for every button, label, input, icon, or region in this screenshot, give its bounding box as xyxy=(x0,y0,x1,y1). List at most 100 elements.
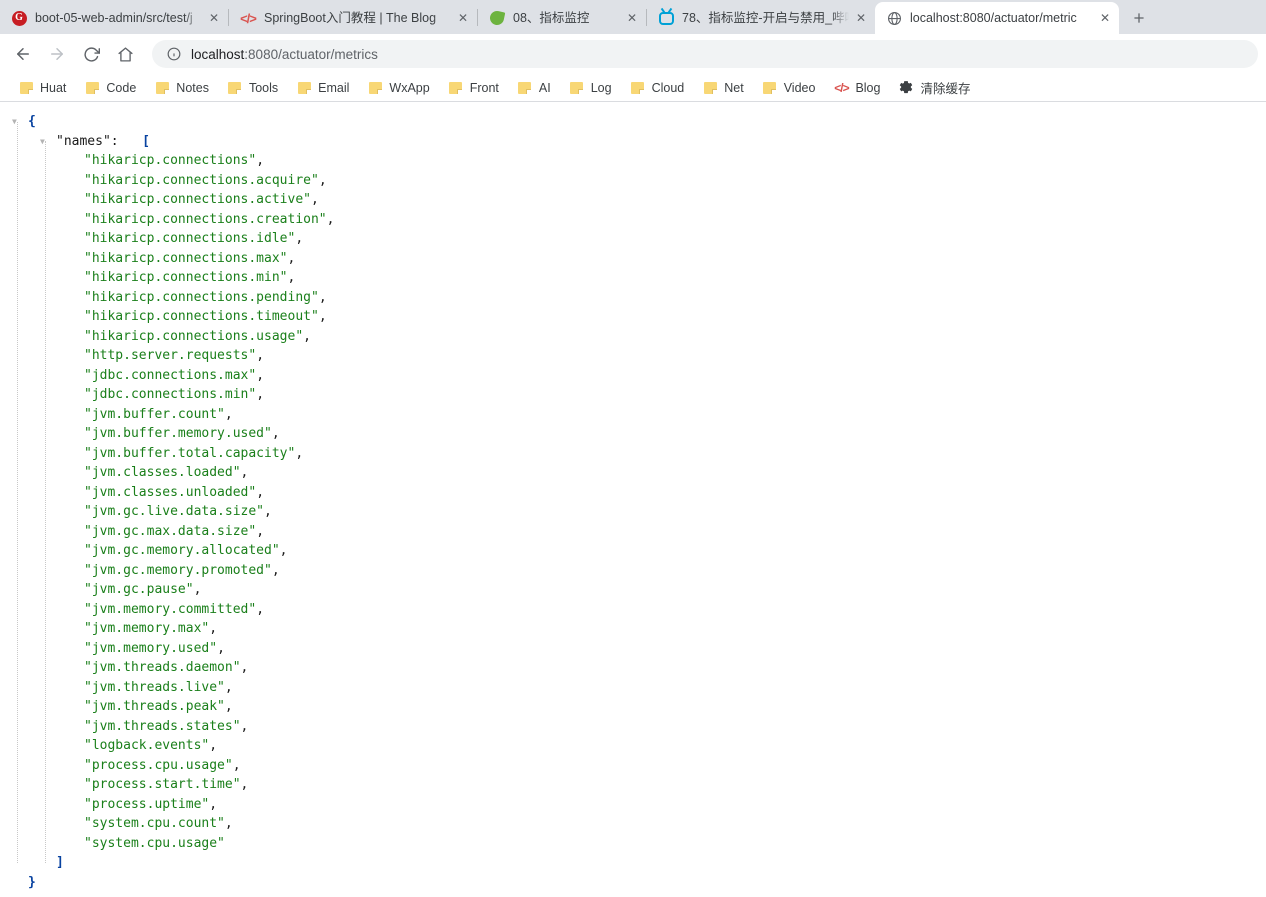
bookmark-label: WxApp xyxy=(389,81,429,95)
folder-glyph xyxy=(228,82,241,94)
json-string-value: "hikaricp.connections.min" xyxy=(84,270,288,285)
folder-icon xyxy=(702,80,718,96)
forward-button[interactable] xyxy=(42,39,72,69)
json-line-metric-28: "jvm.threads.peak", xyxy=(0,697,1266,717)
bookmark-label: Huat xyxy=(40,81,66,95)
bookmark-label: AI xyxy=(539,81,551,95)
json-string-value: "process.start.time" xyxy=(84,777,241,792)
bookmark-item-清除缓存[interactable]: 清除缓存 xyxy=(890,77,978,99)
code-brackets-icon: </> xyxy=(240,10,256,26)
json-line-metric-24: "jvm.memory.max", xyxy=(0,619,1266,639)
bookmark-item-code[interactable]: Code xyxy=(76,77,144,99)
browser-tab[interactable]: </>SpringBoot入门教程 | The Blog✕ xyxy=(229,2,477,34)
bookmark-item-net[interactable]: Net xyxy=(694,77,751,99)
gitee-g-icon: G xyxy=(11,10,27,26)
json-key-names: "names": xyxy=(56,134,119,149)
json-string-value: "jvm.buffer.memory.used" xyxy=(84,426,272,441)
json-string-value: "hikaricp.connections.active" xyxy=(84,192,311,207)
json-close-bracket: ] xyxy=(56,855,64,870)
folder-glyph xyxy=(369,82,382,94)
json-line-metric-8: "hikaricp.connections.timeout", xyxy=(0,307,1266,327)
bookmark-item-front[interactable]: Front xyxy=(440,77,507,99)
tab-close-icon[interactable]: ✕ xyxy=(202,6,226,30)
json-string-value: "jvm.threads.live" xyxy=(84,680,225,695)
json-string-value: "hikaricp.connections.idle" xyxy=(84,231,295,246)
bookmark-item-huat[interactable]: Huat xyxy=(10,77,74,99)
json-string-value: "jvm.threads.daemon" xyxy=(84,660,241,675)
tab-close-icon[interactable]: ✕ xyxy=(849,6,873,30)
json-string-value: "jvm.gc.memory.allocated" xyxy=(84,543,280,558)
gitee-g-glyph: G xyxy=(12,11,27,26)
bookmark-label: Log xyxy=(591,81,612,95)
browser-tab[interactable]: Gboot-05-web-admin/src/test/j✕ xyxy=(0,2,228,34)
new-tab-button[interactable] xyxy=(1125,4,1153,32)
json-string-value: "logback.events" xyxy=(84,738,209,753)
browser-tab-active[interactable]: localhost:8080/actuator/metric✕ xyxy=(875,2,1119,34)
tab-title: boot-05-web-admin/src/test/j xyxy=(35,10,202,26)
reload-button[interactable] xyxy=(76,39,106,69)
home-button[interactable] xyxy=(110,39,140,69)
json-string-value: "hikaricp.connections.acquire" xyxy=(84,173,319,188)
url-host: localhost xyxy=(191,47,244,62)
address-bar[interactable]: localhost:8080/actuator/metrics xyxy=(152,40,1258,68)
folder-icon xyxy=(227,80,243,96)
json-line-metric-25: "jvm.memory.used", xyxy=(0,639,1266,659)
bookmark-label: Video xyxy=(784,81,816,95)
bookmark-item-notes[interactable]: Notes xyxy=(146,77,217,99)
json-string-value: "process.cpu.usage" xyxy=(84,758,233,773)
browser-tab[interactable]: 08、指标监控✕ xyxy=(478,2,646,34)
bookmark-item-log[interactable]: Log xyxy=(561,77,620,99)
globe-icon xyxy=(886,10,902,26)
json-line-metric-19: "jvm.gc.max.data.size", xyxy=(0,522,1266,542)
tab-title: 78、指标监控-开启与禁用_哔哩 xyxy=(682,10,849,26)
json-line-metric-10: "http.server.requests", xyxy=(0,346,1266,366)
folder-glyph xyxy=(570,82,583,94)
json-line-metric-33: "process.uptime", xyxy=(0,795,1266,815)
json-line-metric-3: "hikaricp.connections.creation", xyxy=(0,210,1266,230)
json-line-metric-6: "hikaricp.connections.min", xyxy=(0,268,1266,288)
folder-icon xyxy=(630,80,646,96)
bookmark-item-ai[interactable]: AI xyxy=(509,77,559,99)
tab-close-icon[interactable]: ✕ xyxy=(451,6,475,30)
bookmark-item-blog[interactable]: </>Blog xyxy=(825,77,888,99)
folder-icon xyxy=(154,80,170,96)
code-brackets-glyph: </> xyxy=(240,11,256,26)
bookmark-item-wxapp[interactable]: WxApp xyxy=(359,77,437,99)
json-string-value: "jvm.buffer.total.capacity" xyxy=(84,446,295,461)
site-info-icon[interactable] xyxy=(166,46,182,62)
bookmark-label: Net xyxy=(724,81,743,95)
json-string-value: "hikaricp.connections.pending" xyxy=(84,290,319,305)
json-string-value: "jdbc.connections.min" xyxy=(84,387,256,402)
folder-icon xyxy=(367,80,383,96)
json-line-metric-14: "jvm.buffer.memory.used", xyxy=(0,424,1266,444)
folder-icon xyxy=(296,80,312,96)
browser-tab[interactable]: 78、指标监控-开启与禁用_哔哩✕ xyxy=(647,2,875,34)
json-string-value: "jvm.threads.states" xyxy=(84,719,241,734)
json-line-metric-0: "hikaricp.connections", xyxy=(0,151,1266,171)
bookmark-item-tools[interactable]: Tools xyxy=(219,77,286,99)
json-string-value: "system.cpu.count" xyxy=(84,816,225,831)
bookmark-label: Blog xyxy=(855,81,880,95)
folder-icon xyxy=(762,80,778,96)
indent-guide xyxy=(45,141,46,863)
bookmark-item-email[interactable]: Email xyxy=(288,77,357,99)
json-string-value: "hikaricp.connections.usage" xyxy=(84,329,303,344)
tab-close-icon[interactable]: ✕ xyxy=(1093,6,1117,30)
bookmark-label: Code xyxy=(106,81,136,95)
bookmark-item-cloud[interactable]: Cloud xyxy=(622,77,693,99)
json-line-root-close: } xyxy=(0,873,1266,893)
bookmark-item-video[interactable]: Video xyxy=(754,77,824,99)
url-text: localhost:8080/actuator/metrics xyxy=(191,47,378,62)
json-line-metric-15: "jvm.buffer.total.capacity", xyxy=(0,444,1266,464)
json-line-metric-32: "process.start.time", xyxy=(0,775,1266,795)
json-line-metric-22: "jvm.gc.pause", xyxy=(0,580,1266,600)
json-line-root-open: ▼{ xyxy=(0,112,1266,132)
back-button[interactable] xyxy=(8,39,38,69)
json-line-metric-2: "hikaricp.connections.active", xyxy=(0,190,1266,210)
json-string-value: "hikaricp.connections.timeout" xyxy=(84,309,319,324)
json-string-value: "jvm.gc.pause" xyxy=(84,582,194,597)
tab-close-icon[interactable]: ✕ xyxy=(620,6,644,30)
json-line-names-close: ] xyxy=(0,853,1266,873)
bookmark-label: Email xyxy=(318,81,349,95)
bookmark-label: Tools xyxy=(249,81,278,95)
